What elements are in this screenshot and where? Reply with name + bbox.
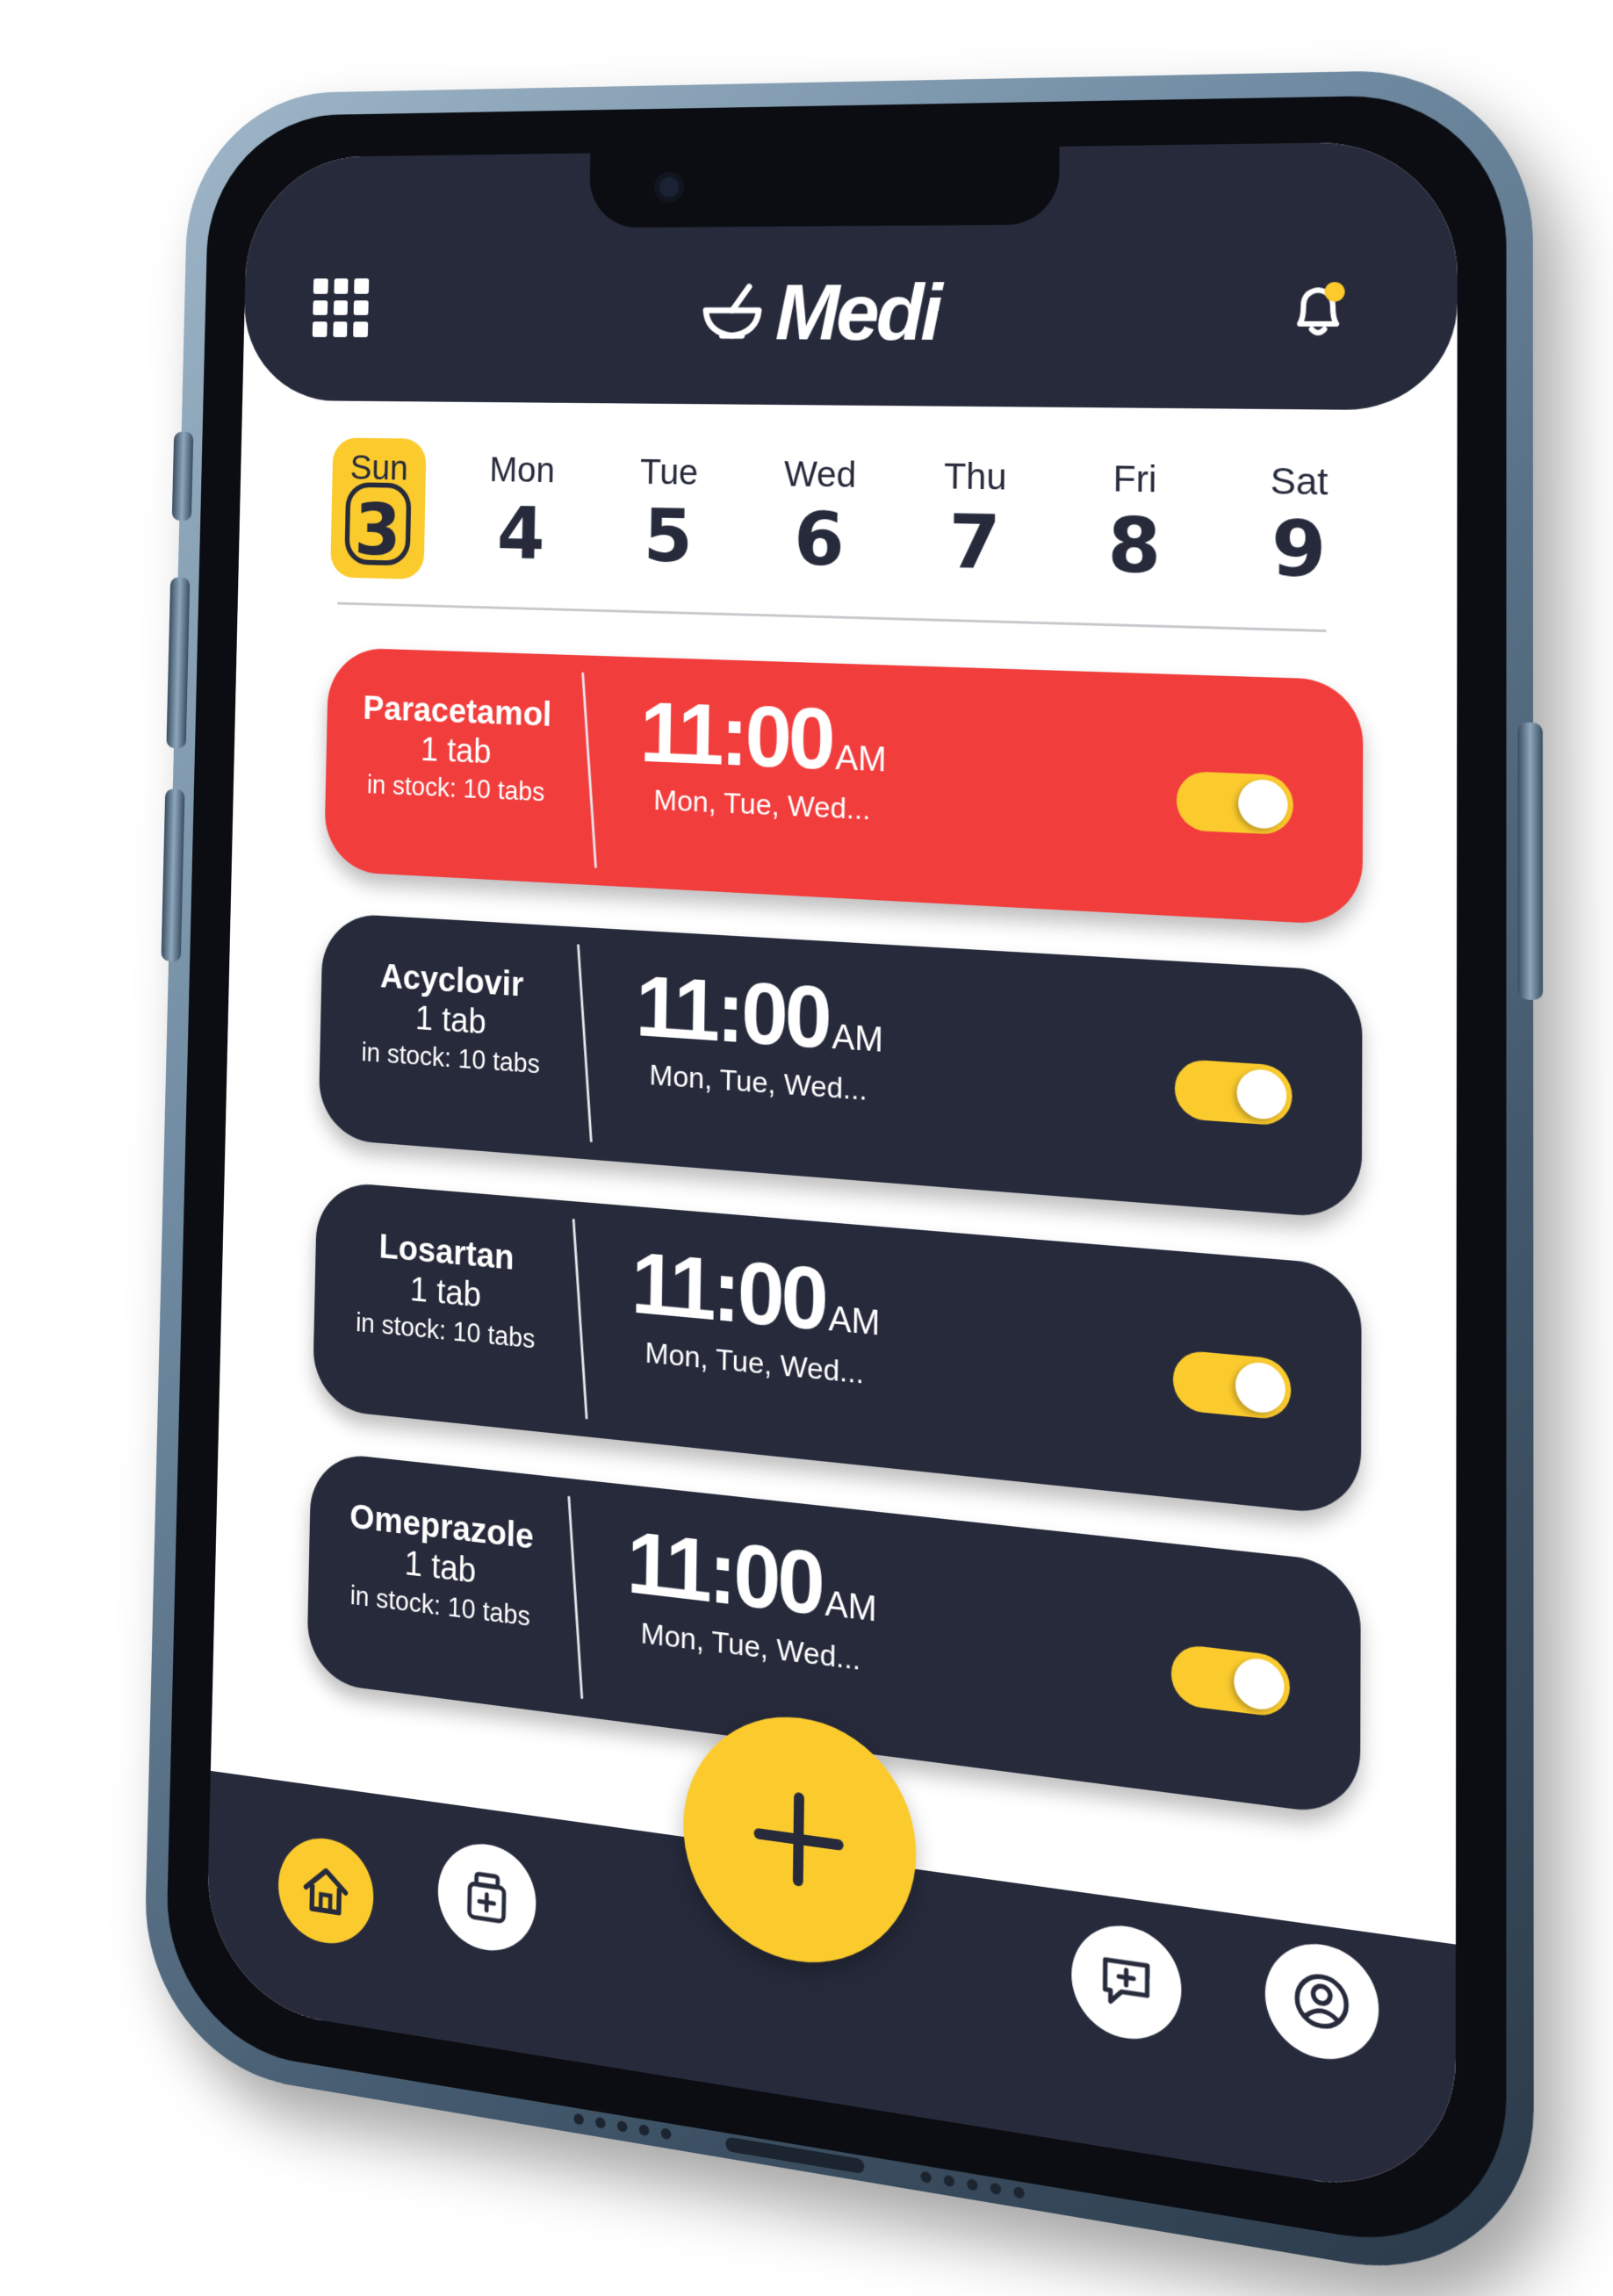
time-value: 11:00	[635, 958, 829, 1068]
medicine-box-icon	[457, 1862, 515, 1933]
camera-notch	[589, 147, 1060, 228]
day-mon[interactable]: Mon 4	[472, 439, 571, 583]
reminder-time: 11:00AM Mon, Tue, Wed...	[607, 1516, 897, 1682]
profile-icon	[1288, 1963, 1355, 2040]
toggle-knob	[1234, 1656, 1285, 1712]
day-name: Fri	[1082, 457, 1189, 501]
app-header: Medi	[242, 140, 1458, 410]
reminder-toggle[interactable]	[1173, 1350, 1292, 1422]
phone-device: Medi Sun 3 Mon 4 Tue	[142, 68, 1534, 2294]
nav-home[interactable]	[277, 1832, 375, 1950]
chat-plus-icon	[1094, 1945, 1158, 2019]
day-wed[interactable]: Wed 6	[768, 443, 871, 591]
medication-info: Acyclovir 1 tab in stock: 10 tabs	[320, 954, 585, 1083]
day-name: Sat	[1244, 459, 1355, 504]
action-button	[172, 432, 194, 522]
day-name: Mon	[474, 450, 571, 491]
reminder-toggle[interactable]	[1177, 771, 1293, 835]
day-number: 8	[1081, 501, 1189, 592]
day-sat[interactable]: Sat 9	[1243, 449, 1354, 603]
week-divider	[337, 602, 1326, 632]
power-button	[1518, 722, 1544, 1000]
medication-card-acyclovir[interactable]: Acyclovir 1 tab in stock: 10 tabs 11:00A…	[318, 912, 1362, 1220]
reminder-days: Mon, Tue, Wed...	[616, 1056, 903, 1111]
day-name: Tue	[620, 451, 719, 493]
reminder-toggle[interactable]	[1171, 1643, 1290, 1718]
day-number: 4	[472, 491, 570, 577]
toggle-knob	[1236, 1068, 1286, 1120]
day-name: Sun	[332, 448, 426, 489]
nav-profile[interactable]	[1265, 1937, 1379, 2067]
app-screen: Medi Sun 3 Mon 4 Tue	[205, 140, 1458, 2203]
day-number: 5	[618, 493, 718, 580]
time-value: 11:00	[626, 1513, 822, 1634]
day-number: 3	[330, 488, 425, 572]
volume-up-button	[166, 577, 190, 748]
day-name: Thu	[923, 456, 1027, 499]
time-value: 11:00	[630, 1234, 825, 1350]
reminder-time: 11:00AM Mon, Tue, Wed...	[620, 689, 907, 830]
day-fri[interactable]: Fri 8	[1081, 447, 1189, 599]
day-name: Wed	[769, 453, 871, 496]
medication-info: Omeprazole 1 tab in stock: 10 tabs	[308, 1493, 575, 1638]
time-ampm: AM	[835, 738, 887, 779]
day-thu[interactable]: Thu 7	[922, 445, 1027, 595]
time-ampm: AM	[828, 1299, 880, 1343]
add-icon	[746, 1779, 851, 1901]
day-sun[interactable]: Sun 3	[330, 437, 427, 579]
reminder-time: 11:00AM Mon, Tue, Wed...	[611, 1237, 901, 1394]
home-icon	[298, 1856, 355, 1925]
day-number: 7	[922, 499, 1027, 588]
day-number: 9	[1243, 504, 1354, 596]
mortar-pestle-icon	[699, 279, 766, 347]
day-number: 6	[768, 496, 871, 584]
time-value: 11:00	[639, 684, 832, 788]
nav-medicine[interactable]	[437, 1838, 537, 1957]
volume-down-button	[161, 788, 184, 961]
phone-bezel: Medi Sun 3 Mon 4 Tue	[164, 93, 1507, 2262]
medication-dose: 1 tab	[326, 727, 588, 775]
medication-info: Losartan 1 tab in stock: 10 tabs	[314, 1222, 580, 1359]
front-camera	[654, 172, 684, 203]
app-logo: Medi	[699, 269, 940, 359]
week-selector: Sun 3 Mon 4 Tue 5 Wed 6 Thu 7	[330, 437, 1355, 603]
toggle-knob	[1235, 1360, 1285, 1414]
app-name: Medi	[774, 269, 940, 359]
reminder-days: Mon, Tue, Wed...	[620, 782, 906, 829]
time-ampm: AM	[825, 1584, 877, 1630]
time-ampm: AM	[832, 1018, 883, 1060]
toggle-knob	[1238, 779, 1288, 830]
medication-card-losartan[interactable]: Losartan 1 tab in stock: 10 tabs 11:00AM…	[313, 1180, 1362, 1517]
medication-card-paracetamol[interactable]: Paracetamol 1 tab in stock: 10 tabs 11:0…	[324, 647, 1364, 926]
nav-chat[interactable]	[1071, 1918, 1182, 2047]
bell-icon[interactable]	[1281, 274, 1355, 345]
grid-menu-icon[interactable]	[313, 278, 369, 337]
reminder-toggle[interactable]	[1175, 1059, 1293, 1126]
reminder-time: 11:00AM Mon, Tue, Wed...	[616, 961, 904, 1110]
day-tue[interactable]: Tue 5	[618, 441, 719, 587]
medication-info: Paracetamol 1 tab in stock: 10 tabs	[326, 688, 589, 810]
